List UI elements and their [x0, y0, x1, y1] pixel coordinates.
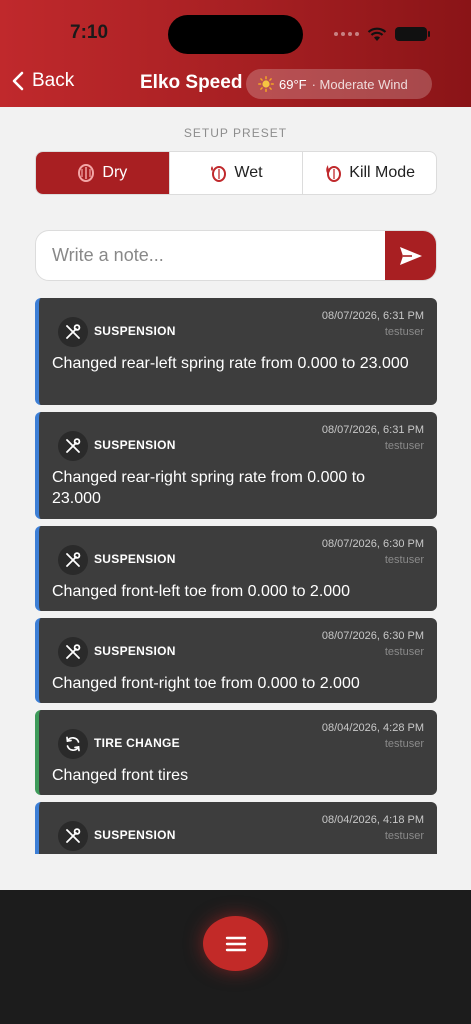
log-text: Changed front-left toe from 0.000 to 2.0…: [52, 583, 350, 600]
rain-tire-icon: [211, 166, 227, 182]
preset-label: SETUP PRESET: [183, 126, 288, 140]
sun-icon: [258, 76, 274, 92]
log-date: 08/07/2026, 6:30 PM: [321, 630, 424, 642]
log-text: Changed front-right toe from 0.000 to 2.…: [52, 675, 360, 692]
log-date: 08/04/2026, 4:28 PM: [321, 722, 424, 734]
fire-tire-icon: [326, 165, 342, 182]
log-category: TIRE CHANGE: [94, 736, 180, 750]
log-user: testuser: [384, 646, 424, 658]
log-category: SUSPENSION: [94, 552, 176, 566]
menu-button[interactable]: [203, 916, 268, 971]
send-icon: [399, 246, 422, 265]
note-input[interactable]: [36, 231, 386, 280]
log-category: SUSPENSION: [94, 438, 176, 452]
log-text: Changed rear-left spring rate from 0.000…: [52, 355, 409, 372]
log-category: SUSPENSION: [94, 324, 176, 338]
preset-wet-label: Wet: [234, 164, 263, 181]
log-user: testuser: [384, 738, 424, 750]
tools-icon: [58, 431, 88, 461]
preset-dry[interactable]: Dry: [36, 152, 170, 194]
page-title: Elko Speed: [140, 72, 243, 93]
log-user: testuser: [384, 326, 424, 338]
preset-kill-mode[interactable]: Kill Mode: [303, 152, 436, 194]
log-date: 08/07/2026, 6:31 PM: [321, 424, 424, 436]
preset-kill-mode-label: Kill Mode: [349, 164, 416, 181]
log-card[interactable]: SUSPENSION 08/07/2026, 6:30 PM testuser …: [35, 618, 437, 703]
log-user: testuser: [384, 440, 424, 452]
log-card[interactable]: SUSPENSION 08/07/2026, 6:31 PM testuser …: [35, 298, 437, 405]
back-button[interactable]: Back: [12, 70, 74, 92]
status-time: 7:10: [70, 22, 109, 43]
log-category: SUSPENSION: [94, 828, 176, 842]
weather-badge: 69°F · Moderate Wind: [246, 69, 432, 99]
log-text: Changed rear-right spring rate from 0.00…: [52, 469, 366, 507]
log-user: testuser: [384, 554, 424, 566]
dynamic-island: [168, 15, 303, 54]
log-date: 08/07/2026, 6:30 PM: [321, 538, 424, 550]
change-log-list[interactable]: SUSPENSION 08/07/2026, 6:31 PM testuser …: [35, 298, 437, 854]
preset-wet[interactable]: Wet: [170, 152, 304, 194]
log-category: SUSPENSION: [94, 644, 176, 658]
log-date: 08/07/2026, 6:31 PM: [321, 310, 424, 322]
preset-selector: Dry Wet Kill Mode: [35, 151, 437, 195]
log-user: testuser: [384, 830, 424, 842]
wifi-icon: [367, 27, 387, 41]
tire-icon: [78, 164, 95, 182]
header: 7:10 Back Elko Speed 69°F · Moderate Win…: [0, 0, 471, 107]
send-button[interactable]: [385, 231, 436, 280]
tools-icon: [58, 637, 88, 667]
weather-temp: 69°F: [279, 76, 307, 92]
hamburger-icon: [225, 936, 246, 951]
weather-condition: · Moderate Wind: [311, 76, 408, 92]
tools-icon: [58, 821, 88, 851]
log-text: Changed front tires: [52, 767, 189, 784]
log-card[interactable]: SUSPENSION 08/04/2026, 4:18 PM testuser: [35, 802, 437, 854]
tools-icon: [58, 317, 88, 347]
signal-icon: [334, 32, 359, 36]
tools-icon: [58, 545, 88, 575]
chevron-left-icon: [12, 71, 24, 91]
log-card[interactable]: TIRE CHANGE 08/04/2026, 4:28 PM testuser…: [35, 710, 437, 795]
battery-icon: [395, 27, 430, 41]
back-label: Back: [32, 70, 75, 91]
note-composer: [35, 230, 437, 281]
status-icons: [334, 26, 430, 42]
refresh-icon: [58, 729, 88, 759]
preset-dry-label: Dry: [102, 164, 128, 181]
log-card[interactable]: SUSPENSION 08/07/2026, 6:30 PM testuser …: [35, 526, 437, 611]
log-card[interactable]: SUSPENSION 08/07/2026, 6:31 PM testuser …: [35, 412, 437, 519]
log-date: 08/04/2026, 4:18 PM: [321, 814, 424, 826]
